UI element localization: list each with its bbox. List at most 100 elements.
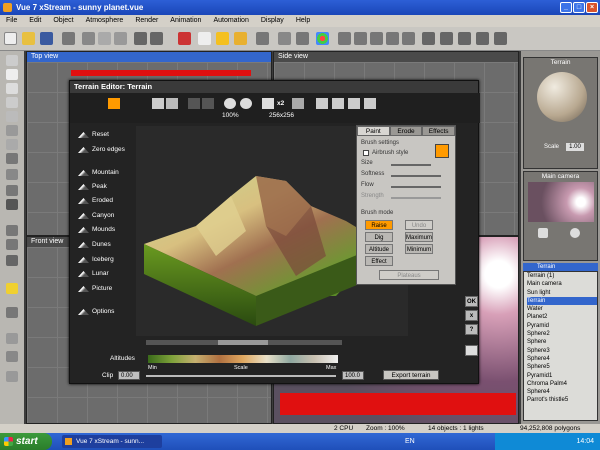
tree-item[interactable]: Parrot's thistle5: [527, 396, 597, 404]
menu-render[interactable]: Render: [129, 15, 164, 27]
cut-icon[interactable]: [82, 32, 95, 45]
render-icon[interactable]: [178, 32, 191, 45]
maximize-button[interactable]: □: [573, 2, 585, 13]
paste-terrain-icon[interactable]: [166, 98, 178, 109]
sphere-tool-icon[interactable]: [6, 55, 18, 66]
camera-icon[interactable]: [440, 32, 453, 45]
softness-slider[interactable]: [391, 175, 441, 177]
tree-item[interactable]: Pyramid: [527, 322, 597, 330]
plateaus-dropdown[interactable]: Plateaus: [379, 270, 439, 280]
pan-hand-icon[interactable]: [538, 228, 548, 238]
lamp-tool-icon[interactable]: [6, 371, 18, 382]
language-indicator[interactable]: EN: [405, 433, 415, 450]
effect-button[interactable]: Effect: [365, 256, 393, 266]
menu-file[interactable]: File: [0, 15, 23, 27]
preview-scrollbar[interactable]: [146, 340, 342, 345]
scale-value[interactable]: 1.00: [566, 143, 584, 151]
clip-range-slider[interactable]: [146, 375, 336, 377]
tab-effects[interactable]: Effects: [422, 126, 456, 136]
menu-object[interactable]: Object: [47, 15, 79, 27]
tree-item[interactable]: Sphere4: [527, 388, 597, 396]
menu-display[interactable]: Display: [255, 15, 290, 27]
terrain-view-icon-3[interactable]: [348, 98, 360, 109]
canyon-item[interactable]: Canyon: [78, 211, 114, 221]
grid-icon[interactable]: [494, 32, 507, 45]
tree-item[interactable]: Sphere3: [527, 347, 597, 355]
resolution-icon[interactable]: [262, 98, 274, 109]
planet-object[interactable]: [71, 70, 251, 76]
new-scene-icon[interactable]: [4, 32, 17, 45]
start-button[interactable]: start: [0, 433, 52, 450]
menu-edit[interactable]: Edit: [23, 15, 47, 27]
view-icon[interactable]: [422, 32, 435, 45]
undo-button[interactable]: Undo: [405, 220, 433, 230]
atmosphere-icon[interactable]: [234, 32, 247, 45]
tree-item[interactable]: Terrain (1): [527, 272, 597, 280]
page-icon[interactable]: [465, 345, 478, 356]
group-icon[interactable]: [354, 32, 367, 45]
alpha-tool-icon[interactable]: [6, 255, 18, 266]
save-icon[interactable]: [40, 32, 53, 45]
layer-tab[interactable]: Terrain: [523, 263, 598, 271]
material-palette-icon[interactable]: [316, 32, 329, 45]
snap-icon[interactable]: [296, 32, 309, 45]
dig-button[interactable]: Dig: [365, 232, 393, 242]
print-icon[interactable]: [62, 32, 75, 45]
tree-item[interactable]: Sphere2: [527, 330, 597, 338]
size-slider[interactable]: [391, 164, 431, 166]
tab-paint[interactable]: Paint: [357, 126, 390, 136]
brush-shape-icon[interactable]: [435, 144, 449, 158]
menu-help[interactable]: Help: [290, 15, 316, 27]
zoom-out-icon[interactable]: [386, 32, 399, 45]
text-tool-icon[interactable]: [6, 69, 18, 80]
light-icon[interactable]: [458, 32, 471, 45]
spotlight-tool-icon[interactable]: [6, 351, 18, 362]
mounds-item[interactable]: Mounds: [78, 225, 115, 235]
reset-item[interactable]: Reset: [78, 130, 109, 140]
zoom-fit-icon[interactable]: [402, 32, 415, 45]
cancel-button[interactable]: x: [465, 310, 478, 321]
help-button[interactable]: ?: [465, 324, 478, 335]
cube-tool-icon[interactable]: [6, 83, 18, 94]
preview-icon[interactable]: [476, 32, 489, 45]
copy-icon[interactable]: [98, 32, 111, 45]
tab-erode[interactable]: Erode: [389, 126, 423, 136]
camera-tool-icon[interactable]: [6, 307, 18, 318]
maximum-button[interactable]: Maximum: [405, 232, 433, 242]
tree-item[interactable]: Sun light: [527, 289, 597, 297]
cylinder-tool-icon[interactable]: [6, 97, 18, 108]
terrain-view-icon-4[interactable]: [364, 98, 376, 109]
clip-high-input[interactable]: 100.0: [342, 371, 364, 380]
clip-low-input[interactable]: 0.00: [118, 371, 140, 380]
tree-item[interactable]: Water: [527, 305, 597, 313]
menu-animation[interactable]: Animation: [164, 15, 207, 27]
sunlight-tool-icon[interactable]: [6, 283, 18, 294]
open-folder-icon[interactable]: [22, 32, 35, 45]
terrain-view-icon-1[interactable]: [316, 98, 328, 109]
cloud-tool-icon[interactable]: [6, 185, 18, 196]
zoom-out-icon[interactable]: [240, 98, 252, 109]
copy-terrain-icon[interactable]: [152, 98, 164, 109]
tree-item[interactable]: Sphere5: [527, 363, 597, 371]
altitudes-color-bar[interactable]: [148, 355, 338, 363]
eroded-item[interactable]: Eroded: [78, 196, 113, 206]
raise-button[interactable]: Raise: [365, 220, 393, 230]
undo-terrain-icon[interactable]: [188, 98, 200, 109]
zero-edges-item[interactable]: Zero edges: [78, 145, 125, 155]
rotate-icon[interactable]: [570, 228, 580, 238]
group-tool-icon[interactable]: [6, 239, 18, 250]
close-button[interactable]: ×: [586, 2, 598, 13]
sun-cloud-icon[interactable]: [216, 32, 229, 45]
flow-slider[interactable]: [391, 186, 441, 188]
animation-tool-icon[interactable]: [6, 333, 18, 344]
lunar-item[interactable]: Lunar: [78, 269, 109, 279]
iceberg-item[interactable]: Iceberg: [78, 255, 114, 265]
peak-item[interactable]: Peak: [78, 182, 107, 192]
options-item[interactable]: Options: [78, 307, 114, 317]
menu-atmosphere[interactable]: Atmosphere: [80, 15, 130, 27]
tree-item[interactable]: Pyramid1: [527, 372, 597, 380]
terrain-tool-icon[interactable]: [6, 125, 18, 136]
tree-item[interactable]: Sphere4: [527, 355, 597, 363]
zoom-in-icon[interactable]: [370, 32, 383, 45]
menu-automation[interactable]: Automation: [207, 15, 254, 27]
